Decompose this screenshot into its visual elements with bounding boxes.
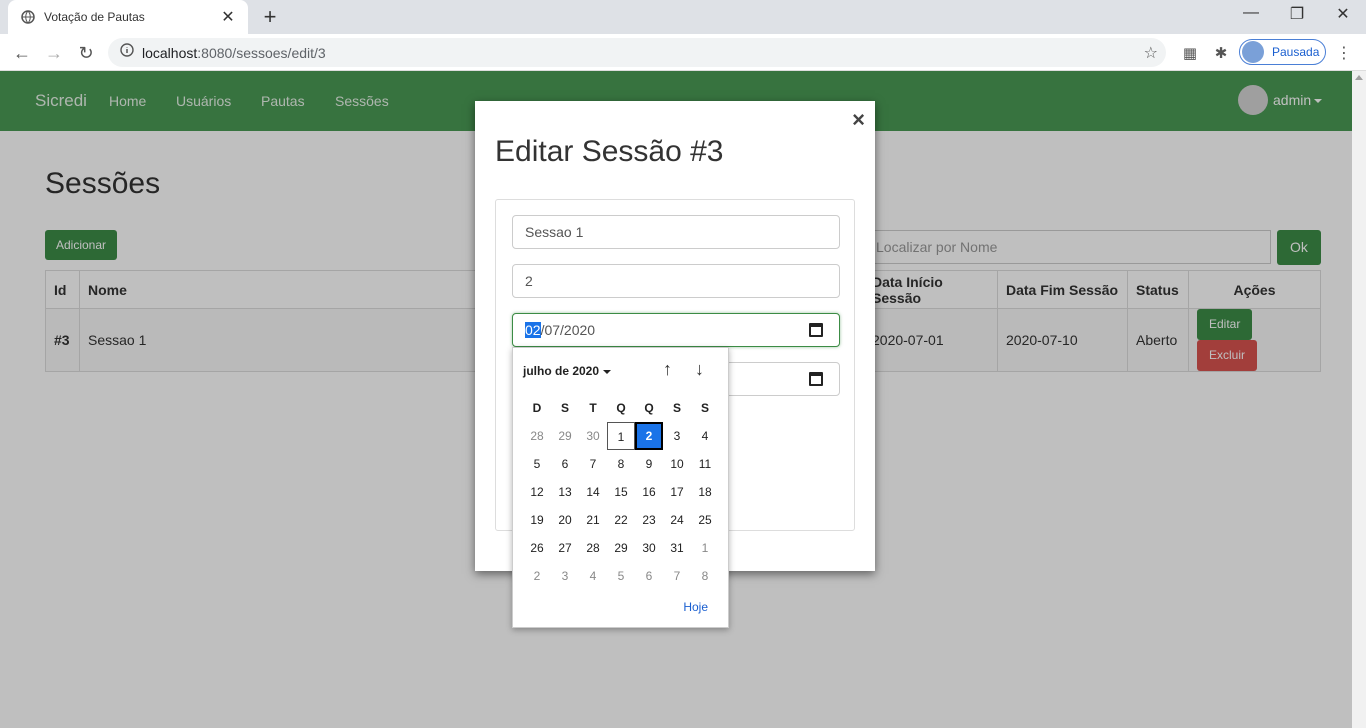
- minimize-icon[interactable]: —: [1228, 4, 1274, 22]
- scroll-up-arrow-icon[interactable]: [1355, 75, 1363, 80]
- weekday-header: S: [560, 401, 569, 415]
- calendar-day[interactable]: 29: [607, 534, 635, 562]
- reload-icon[interactable]: ↻: [74, 41, 98, 65]
- calendar-day[interactable]: 8: [607, 450, 635, 478]
- calendar-day[interactable]: 25: [691, 506, 719, 534]
- calendar-day[interactable]: 7: [579, 450, 607, 478]
- page-scrollbar[interactable]: [1352, 71, 1366, 728]
- extensions-puzzle-icon[interactable]: ✱: [1211, 43, 1231, 63]
- forward-arrow-icon[interactable]: →: [42, 41, 66, 65]
- modal-title: Editar Sessão #3: [495, 135, 724, 168]
- calendar-day[interactable]: 8: [691, 562, 719, 590]
- calendar-day[interactable]: 1: [607, 422, 635, 450]
- session-name-input[interactable]: Sessao 1: [512, 215, 840, 249]
- info-icon[interactable]: [120, 43, 134, 62]
- browser-toolbar: ← → ↻ localhost:8080/sessoes/edit/3 ☆ ▦ …: [0, 34, 1366, 71]
- calendar-day[interactable]: 22: [607, 506, 635, 534]
- calendar-day[interactable]: 16: [635, 478, 663, 506]
- calendar-day[interactable]: 19: [523, 506, 551, 534]
- url-host: localhost: [142, 44, 198, 61]
- calendar-day[interactable]: 3: [551, 562, 579, 590]
- profile-label: Pausada: [1272, 45, 1320, 59]
- bookmark-star-icon[interactable]: ☆: [1144, 43, 1158, 63]
- date-picker-popup: julho de 2020 ↑ ↓ D S T Q Q S S 28 29 30 1 2 3 4 5 6 7 8 9…: [512, 347, 729, 628]
- calendar-day[interactable]: 7: [663, 562, 691, 590]
- calendar-day[interactable]: 18: [691, 478, 719, 506]
- calendar-day[interactable]: 30: [635, 534, 663, 562]
- calendar-day[interactable]: 30: [579, 422, 607, 450]
- window-close-icon[interactable]: ✕: [1320, 4, 1366, 24]
- calendar-day[interactable]: 28: [579, 534, 607, 562]
- new-tab-icon[interactable]: +: [258, 5, 282, 29]
- calendar-icon[interactable]: [809, 323, 823, 337]
- weekday-header: S: [672, 401, 681, 415]
- calendar-day[interactable]: 6: [635, 562, 663, 590]
- calendar-day[interactable]: 31: [663, 534, 691, 562]
- previous-month-arrow-icon[interactable]: ↑: [663, 359, 672, 380]
- weekday-header: Q: [616, 401, 626, 415]
- calendar-day[interactable]: 4: [691, 422, 719, 450]
- tab-close-icon[interactable]: ✕: [220, 7, 236, 27]
- qr-code-icon[interactable]: ▦: [1180, 43, 1200, 63]
- weekday-header: D: [532, 401, 542, 415]
- calendar-day[interactable]: 9: [635, 450, 663, 478]
- browser-tab[interactable]: Votação de Pautas ✕: [8, 0, 248, 34]
- start-date-input[interactable]: 02/07/2020: [512, 313, 840, 347]
- tab-title: Votação de Pautas: [44, 10, 145, 24]
- weekday-header: S: [700, 401, 709, 415]
- browser-menu-icon[interactable]: ⋮: [1336, 43, 1352, 63]
- url-path: :8080/sessoes/edit/3: [197, 44, 326, 61]
- calendar-icon[interactable]: [809, 372, 823, 386]
- browser-tab-strip: Votação de Pautas ✕ + — ❐ ✕: [0, 0, 1366, 34]
- calendar-day[interactable]: 14: [579, 478, 607, 506]
- weekday-header: Q: [644, 401, 654, 415]
- profile-avatar: [1242, 41, 1264, 63]
- calendar-day[interactable]: 11: [691, 450, 719, 478]
- calendar-day[interactable]: 5: [523, 450, 551, 478]
- calendar-day[interactable]: 23: [635, 506, 663, 534]
- calendar-day[interactable]: 24: [663, 506, 691, 534]
- today-button[interactable]: Hoje: [683, 600, 708, 614]
- pauta-input[interactable]: 2: [512, 264, 840, 298]
- profile-button[interactable]: Pausada: [1239, 39, 1326, 65]
- calendar-day[interactable]: 2: [523, 562, 551, 590]
- address-bar[interactable]: localhost:8080/sessoes/edit/3 ☆: [108, 38, 1166, 67]
- back-arrow-icon[interactable]: ←: [10, 41, 34, 65]
- weekday-header: T: [589, 401, 597, 415]
- next-month-arrow-icon[interactable]: ↓: [695, 359, 704, 380]
- calendar-day[interactable]: 10: [663, 450, 691, 478]
- calendar-day[interactable]: 6: [551, 450, 579, 478]
- calendar-day[interactable]: 27: [551, 534, 579, 562]
- calendar-day[interactable]: 3: [663, 422, 691, 450]
- calendar-day[interactable]: 29: [551, 422, 579, 450]
- globe-icon: [20, 9, 36, 25]
- calendar-day[interactable]: 17: [663, 478, 691, 506]
- month-year-selector[interactable]: julho de 2020: [523, 364, 611, 378]
- calendar-day[interactable]: 26: [523, 534, 551, 562]
- calendar-day[interactable]: 4: [579, 562, 607, 590]
- calendar-day[interactable]: 13: [551, 478, 579, 506]
- restore-icon[interactable]: ❐: [1274, 4, 1320, 24]
- calendar-day[interactable]: 5: [607, 562, 635, 590]
- date-rest-segment[interactable]: /07/2020: [541, 322, 596, 338]
- calendar-day[interactable]: 20: [551, 506, 579, 534]
- modal-close-icon[interactable]: ×: [852, 107, 865, 133]
- date-day-segment[interactable]: 02: [525, 322, 541, 338]
- calendar-day[interactable]: 1: [691, 534, 719, 562]
- calendar-day[interactable]: 15: [607, 478, 635, 506]
- calendar-day[interactable]: 2: [635, 422, 663, 450]
- calendar-day[interactable]: 28: [523, 422, 551, 450]
- calendar-day[interactable]: 12: [523, 478, 551, 506]
- calendar-day[interactable]: 21: [579, 506, 607, 534]
